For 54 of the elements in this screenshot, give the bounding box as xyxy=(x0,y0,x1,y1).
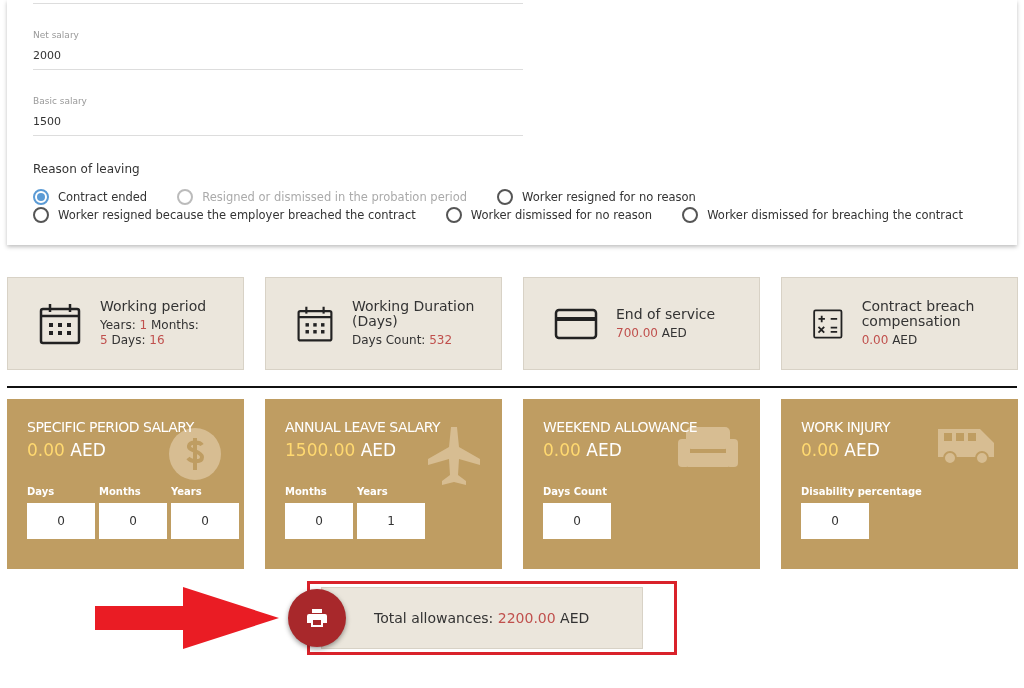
card-title: SPECIFIC PERIOD SALARY xyxy=(27,419,194,435)
card-title: WEEKEND ALLOWANCE xyxy=(543,419,698,435)
number-input[interactable]: 0 xyxy=(171,503,239,539)
print-icon xyxy=(307,609,327,627)
number-input[interactable]: 0 xyxy=(543,503,611,539)
card-title: Contract breach compensation xyxy=(861,299,976,329)
radio-button[interactable] xyxy=(33,189,49,205)
radio-option[interactable]: Worker resigned because the employer breached the contract xyxy=(33,207,416,223)
card-title: WORK INJURY xyxy=(801,419,891,435)
input-label: Days Count xyxy=(543,486,607,497)
input-label: Days xyxy=(27,486,55,497)
van-icon xyxy=(936,427,996,465)
field-label: Net salary xyxy=(33,30,79,40)
radio-button[interactable] xyxy=(33,207,49,223)
input-label: Months xyxy=(99,486,141,497)
card-detail: 0.00 AED xyxy=(861,333,919,348)
radio-option[interactable]: Worker resigned for no reason xyxy=(497,189,696,205)
radio-option[interactable]: Worker dismissed for no reason xyxy=(445,207,653,223)
field-value: 1500 xyxy=(33,115,61,128)
text-field[interactable]: Net salary 2000 xyxy=(33,4,523,70)
card-amount: 1500.00 AED xyxy=(285,440,397,460)
print-button[interactable] xyxy=(288,589,346,647)
total-text: Total allowances: 2200.00 AED xyxy=(374,610,590,626)
input-label: Years xyxy=(357,486,388,497)
number-input[interactable]: 1 xyxy=(357,503,425,539)
card-title: End of service xyxy=(616,306,716,322)
input-label: Months xyxy=(285,486,327,497)
radio-button[interactable] xyxy=(497,189,513,205)
number-input[interactable]: 0 xyxy=(285,503,353,539)
card-icon xyxy=(554,307,598,340)
card-title: ANNUAL LEAVE SALARY xyxy=(285,419,441,435)
card-amount: 0.00 AED xyxy=(27,440,106,460)
card-detail: 5 Days: 16 xyxy=(100,333,166,348)
text-field[interactable]: Basic salary 1500 xyxy=(33,70,523,136)
card-title: Working Duration (Days) xyxy=(351,299,476,329)
section-label: Reason of leaving xyxy=(33,162,140,176)
number-input[interactable]: 0 xyxy=(27,503,95,539)
radio-option[interactable]: Worker dismissed for breaching the contract xyxy=(682,207,963,223)
number-input[interactable]: 0 xyxy=(801,503,869,539)
field-value: 2000 xyxy=(33,49,61,62)
card-amount: 0.00 AED xyxy=(801,440,880,460)
card-detail: 700.00 AED xyxy=(616,325,688,341)
number-input[interactable]: 0 xyxy=(99,503,167,539)
calendar-icon xyxy=(38,301,82,346)
card-detail: Days Count: 532 xyxy=(351,333,454,348)
card-title: Working period xyxy=(100,299,207,314)
field-label: Basic salary xyxy=(33,96,87,106)
card-amount: 0.00 AED xyxy=(543,440,622,460)
input-label: Years xyxy=(171,486,202,497)
card-detail: Years: 1 Months: xyxy=(100,318,200,333)
radio-button[interactable] xyxy=(445,207,462,223)
radio-option[interactable]: Contract ended xyxy=(33,189,148,205)
radio-button[interactable] xyxy=(682,207,699,223)
input-label: Disability percentage xyxy=(801,486,922,497)
